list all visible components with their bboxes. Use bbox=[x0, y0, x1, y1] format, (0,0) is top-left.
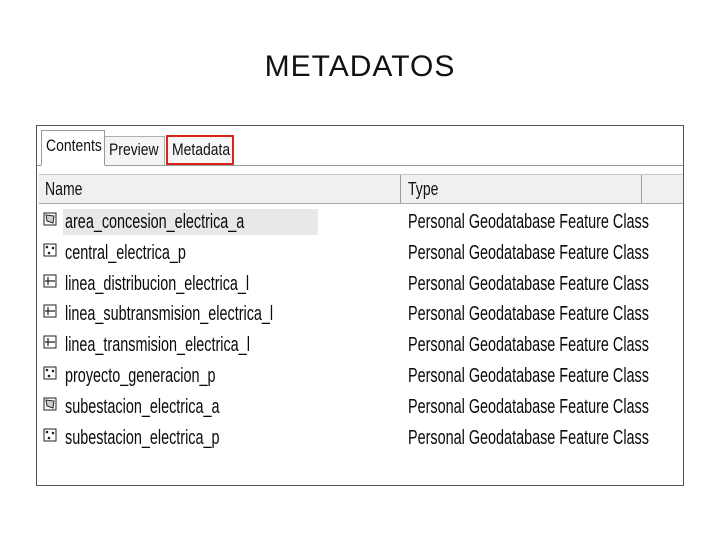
column-header-name[interactable]: Name bbox=[39, 175, 401, 203]
contents-list: area_concesion_electrica_a Personal Geoda… bbox=[41, 208, 681, 454]
line-feature-class-icon bbox=[43, 335, 59, 351]
row-name: central_electrica_p bbox=[65, 241, 186, 264]
row-type: Personal Geodatabase Feature Class bbox=[408, 241, 649, 264]
line-feature-class-icon bbox=[43, 274, 59, 290]
row-name: subestacion_electrica_a bbox=[65, 395, 220, 418]
row-name: linea_distribucion_electrica_l bbox=[65, 272, 250, 295]
table-row[interactable]: proyecto_generacion_p Personal Geodatabas… bbox=[41, 362, 681, 393]
row-type: Personal Geodatabase Feature Class bbox=[408, 272, 649, 295]
tab-preview[interactable]: Preview bbox=[105, 136, 165, 165]
column-header-type[interactable]: Type bbox=[402, 175, 642, 203]
point-feature-class-icon bbox=[43, 366, 59, 382]
slide-title: METADATOS bbox=[264, 50, 456, 83]
table-header: Name Type bbox=[39, 174, 683, 204]
table-row[interactable]: subestacion_electrica_a Personal Geodatab… bbox=[41, 393, 681, 424]
table-row[interactable]: linea_transmision_electrica_l Personal Ge… bbox=[41, 331, 681, 362]
column-header-empty bbox=[643, 175, 683, 203]
table-row[interactable]: linea_subtransmision_electrica_l Personal… bbox=[41, 300, 681, 331]
row-name: linea_transmision_electrica_l bbox=[65, 334, 250, 357]
row-name: linea_subtransmision_electrica_l bbox=[65, 303, 274, 326]
table-row[interactable]: area_concesion_electrica_a Personal Geoda… bbox=[41, 208, 681, 239]
catalog-window: Contents Preview Metadata Name Type area… bbox=[36, 125, 684, 486]
table-row[interactable]: central_electrica_p Personal Geodatabase … bbox=[41, 239, 681, 270]
point-feature-class-icon bbox=[43, 243, 59, 259]
row-name: subestacion_electrica_p bbox=[65, 426, 220, 449]
row-type: Personal Geodatabase Feature Class bbox=[408, 303, 649, 326]
row-name: area_concesion_electrica_a bbox=[63, 209, 319, 235]
row-type: Personal Geodatabase Feature Class bbox=[408, 364, 649, 387]
tab-bar: Contents Preview Metadata bbox=[37, 126, 683, 166]
row-type: Personal Geodatabase Feature Class bbox=[408, 211, 649, 233]
row-type: Personal Geodatabase Feature Class bbox=[408, 426, 649, 449]
row-type: Personal Geodatabase Feature Class bbox=[408, 395, 649, 418]
tab-contents[interactable]: Contents bbox=[41, 130, 105, 166]
table-row[interactable]: subestacion_electrica_p Personal Geodatab… bbox=[41, 424, 681, 455]
row-type: Personal Geodatabase Feature Class bbox=[408, 334, 649, 357]
row-name: proyecto_generacion_p bbox=[65, 364, 216, 387]
table-row[interactable]: linea_distribucion_electrica_l Personal G… bbox=[41, 270, 681, 301]
polygon-feature-class-icon bbox=[43, 212, 59, 228]
line-feature-class-icon bbox=[43, 304, 59, 320]
tab-metadata[interactable]: Metadata bbox=[166, 135, 234, 165]
polygon-feature-class-icon bbox=[43, 397, 59, 413]
point-feature-class-icon bbox=[43, 428, 59, 444]
